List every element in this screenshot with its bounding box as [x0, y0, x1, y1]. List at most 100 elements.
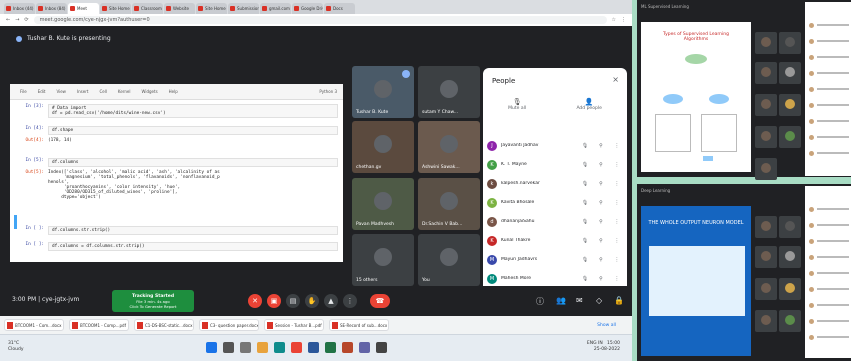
pin-icon[interactable]: ⚲: [595, 276, 607, 282]
people-list-item[interactable]: k kalpesh.narvekar 🎙 ⚲ ⋮: [487, 174, 623, 193]
browser-tab[interactable]: Google Drive: [292, 3, 323, 14]
people-list-item[interactable]: d dhananjaiSahu 🎙 ⚲ ⋮: [487, 212, 623, 231]
download-item[interactable]: Session - Tushar B...pdf: [264, 319, 324, 331]
pin-icon[interactable]: [402, 70, 410, 78]
more-icon[interactable]: ⋮: [611, 257, 623, 263]
browser-tab[interactable]: Meet: [68, 3, 99, 14]
captions-button[interactable]: ▤: [286, 294, 300, 308]
download-item[interactable]: C3- question paper.docx: [199, 319, 259, 331]
pin-icon[interactable]: ⚲: [595, 143, 607, 149]
pin-icon[interactable]: ⚲: [595, 219, 607, 225]
add-people-button[interactable]: 👤 Add people: [576, 98, 601, 111]
browser-tab[interactable]: Site Home: [100, 3, 131, 14]
notebook-menu-item[interactable]: Widgets: [142, 89, 158, 94]
download-item[interactable]: BTCOOM1 - Comp...pdf: [69, 319, 129, 331]
attendance-notice[interactable]: Tracking Started File 3 min. 4s ago Clic…: [112, 290, 194, 312]
search-icon[interactable]: [223, 342, 234, 353]
people-icon[interactable]: 👥: [556, 296, 566, 305]
browser-tab[interactable]: gmail.com: [260, 3, 291, 14]
raise-hand-button[interactable]: ✋: [305, 294, 319, 308]
activities-icon[interactable]: ◇: [596, 296, 602, 305]
close-icon[interactable]: ×: [612, 75, 619, 84]
weather-widget[interactable]: 31°C Cloudy: [8, 341, 24, 353]
more-options-button[interactable]: ⋮: [343, 294, 357, 308]
notebook-menu-item[interactable]: Insert: [77, 89, 88, 94]
present-button[interactable]: ▲: [324, 294, 338, 308]
participant-tile[interactable]: You: [418, 234, 480, 286]
browser-tab[interactable]: Docs: [324, 3, 355, 14]
notebook-menu-item[interactable]: Help: [169, 89, 178, 94]
mic-off-icon[interactable]: 🎙: [579, 276, 591, 282]
more-icon[interactable]: ⋮: [611, 162, 623, 168]
file-explorer-icon[interactable]: [257, 342, 268, 353]
participant-tile[interactable]: sutam Y Chaw...: [418, 66, 480, 118]
more-icon[interactable]: ⋮: [611, 181, 623, 187]
browser-tab[interactable]: Website: [164, 3, 195, 14]
more-icon[interactable]: ⋮: [611, 276, 623, 282]
chrome-icon[interactable]: [291, 342, 302, 353]
pin-icon[interactable]: ⚲: [595, 162, 607, 168]
people-list-item[interactable]: K K. T. Mayne 🎙 ⚲ ⋮: [487, 155, 623, 174]
mic-off-icon[interactable]: 🎙: [579, 143, 591, 149]
mic-off-icon[interactable]: 🎙: [579, 200, 591, 206]
notebook-menu-item[interactable]: Edit: [38, 89, 46, 94]
pin-icon[interactable]: ⚲: [595, 257, 607, 263]
mic-off-button[interactable]: ✕: [248, 294, 262, 308]
star-icon[interactable]: ☆: [612, 17, 616, 23]
participant-tile[interactable]: Dr.Sachin V Bab...: [418, 178, 480, 230]
browser-tab[interactable]: Inbox (84): [36, 3, 67, 14]
mic-off-icon[interactable]: 🎙: [579, 219, 591, 225]
notebook-menu-item[interactable]: Kernel: [118, 89, 131, 94]
system-tray[interactable]: ENG IN 15:00 25-08-2022: [587, 341, 620, 353]
forward-icon[interactable]: →: [15, 17, 19, 23]
participant-tile[interactable]: Tushar B. Kute: [352, 66, 414, 118]
word-icon[interactable]: [308, 342, 319, 353]
download-item[interactable]: SE-Record of sub...docx: [329, 319, 389, 331]
url-field[interactable]: meet.google.com/cye-njgx-jvm?authuser=0: [33, 16, 607, 24]
notebook-menu-item[interactable]: Cell: [99, 89, 106, 94]
lock-icon[interactable]: 🔒: [614, 296, 624, 305]
people-list-item[interactable]: M Mayuri Jadhavrs 🎙 ⚲ ⋮: [487, 250, 623, 269]
people-list-item[interactable]: K Kunal Thakre 🎙 ⚲ ⋮: [487, 231, 623, 250]
participant-tile[interactable]: Pavan Madhvesh: [352, 178, 414, 230]
windows-start-icon[interactable]: [206, 342, 217, 353]
participant-tile[interactable]: Ashwini Sawak...: [418, 121, 480, 173]
task-view-icon[interactable]: [240, 342, 251, 353]
powerpoint-icon[interactable]: [342, 342, 353, 353]
teams-icon[interactable]: [359, 342, 370, 353]
back-icon[interactable]: ←: [6, 17, 10, 23]
edge-icon[interactable]: [274, 342, 285, 353]
mute-all-button[interactable]: 🎙 Mute all: [508, 98, 526, 111]
notebook-menu-item[interactable]: View: [56, 89, 66, 94]
chat-icon[interactable]: ✉: [576, 296, 583, 305]
notebook-menu-item[interactable]: File: [20, 89, 27, 94]
excel-icon[interactable]: [325, 342, 336, 353]
pin-icon[interactable]: ⚲: [595, 200, 607, 206]
info-icon[interactable]: ⓘ: [536, 296, 544, 307]
show-all-button[interactable]: Show all: [597, 323, 616, 328]
people-list-item[interactable]: K Kavita Bhosale 🎙 ⚲ ⋮: [487, 193, 623, 212]
browser-tab[interactable]: Submission: [228, 3, 259, 14]
pin-icon[interactable]: ⚲: [595, 238, 607, 244]
more-icon[interactable]: ⋮: [611, 200, 623, 206]
participant-tile[interactable]: 15 others: [352, 234, 414, 286]
people-list-item[interactable]: J Jayavanti Jadhav 🎙 ⚲ ⋮: [487, 136, 623, 155]
download-item[interactable]: BTCOOM1 - Com...docx: [4, 319, 64, 331]
browser-tab[interactable]: Inbox (44): [4, 3, 35, 14]
leave-call-button[interactable]: ☎: [370, 294, 390, 308]
mic-off-icon[interactable]: 🎙: [579, 257, 591, 263]
more-icon[interactable]: ⋮: [611, 219, 623, 225]
download-item[interactable]: C1-DS-BSC-static...docx: [134, 319, 194, 331]
more-icon[interactable]: ⋮: [611, 143, 623, 149]
mic-off-icon[interactable]: 🎙: [579, 181, 591, 187]
participant-tile[interactable]: chethan.gv: [352, 121, 414, 173]
camera-off-button[interactable]: ▣: [267, 294, 281, 308]
store-icon[interactable]: [376, 342, 387, 353]
mic-off-icon[interactable]: 🎙: [579, 238, 591, 244]
mic-off-icon[interactable]: 🎙: [579, 162, 591, 168]
browser-tab[interactable]: Site Home: [196, 3, 227, 14]
browser-tab[interactable]: Classroom: [132, 3, 163, 14]
reload-icon[interactable]: ⟳: [24, 17, 28, 23]
more-icon[interactable]: ⋮: [611, 238, 623, 244]
pin-icon[interactable]: ⚲: [595, 181, 607, 187]
